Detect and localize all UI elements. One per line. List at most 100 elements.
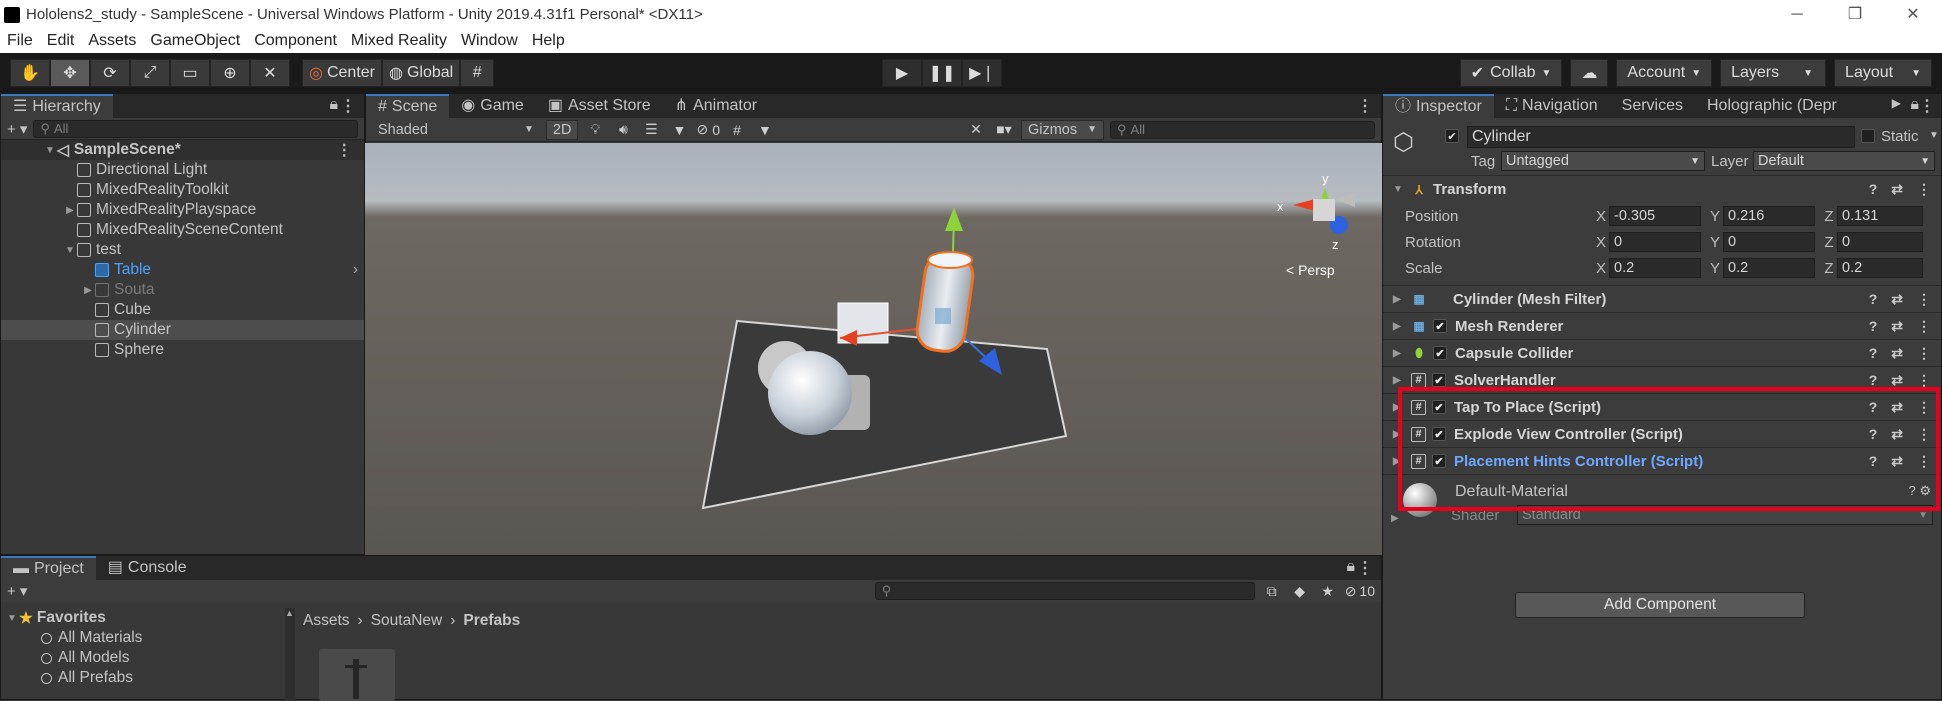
position-z-field[interactable]: 0.131 [1837, 206, 1923, 226]
component-mesh-filter[interactable]: ▶ ▦ Cylinder (Mesh Filter) ? ⇄ ⋮ [1383, 285, 1941, 312]
scale-y-field[interactable]: 0.2 [1723, 258, 1815, 278]
tab-console[interactable]: ▤ Console [96, 556, 199, 580]
expand-arrow-icon[interactable]: ▶ [81, 285, 95, 296]
hierarchy-item[interactable]: ▶ Souta [1, 280, 364, 300]
enabled-checkbox[interactable]: ✔ [1432, 373, 1446, 387]
expand-arrow-icon[interactable]: ▼ [43, 145, 57, 156]
move-tool-icon[interactable]: ✥ [50, 59, 90, 87]
collapse-arrow-icon[interactable]: ▼ [1393, 184, 1407, 195]
hidden-objects-toggle[interactable]: ⊘ 0 [696, 120, 720, 140]
camera-icon[interactable]: ■▾ [993, 120, 1015, 140]
pivot-rotation-button[interactable]: ◍ Global [382, 59, 461, 87]
tag-dropdown[interactable]: Untagged ▼ [1501, 151, 1705, 171]
panel-menu-icon[interactable]: ⋮ [1357, 96, 1373, 116]
material-section[interactable]: Default-Material ? ⚙ Shader Standard ▼ ▶ [1383, 474, 1941, 534]
hand-tool-icon[interactable]: ✋ [10, 59, 50, 87]
gizmos-dropdown[interactable]: Gizmos ▼ [1020, 119, 1104, 140]
favorite-star-icon[interactable]: ★ [1317, 581, 1339, 601]
menu-mixed-reality[interactable]: Mixed Reality [344, 32, 454, 50]
scene-menu-icon[interactable]: ⋮ [337, 141, 353, 160]
favorites-row[interactable]: ▼ ★ Favorites [1, 608, 281, 628]
grid-toggle-icon[interactable]: # [726, 120, 748, 140]
tab-services[interactable]: Services [1610, 94, 1695, 118]
breadcrumb-item[interactable]: SoutaNew [371, 612, 443, 630]
position-x-field[interactable]: -0.305 [1609, 206, 1701, 226]
static-checkbox[interactable] [1861, 129, 1875, 143]
scale-x-field[interactable]: 0.2 [1609, 258, 1701, 278]
expand-arrow-icon[interactable]: ▶ [1393, 321, 1407, 332]
favorite-item[interactable]: All Models [1, 648, 281, 668]
preset-icon[interactable]: ⇄ [1891, 291, 1903, 308]
hierarchy-item[interactable]: MixedRealityToolkit [1, 180, 364, 200]
hierarchy-search-input[interactable]: ⚲ All [33, 119, 358, 138]
enabled-checkbox[interactable]: ✔ [1433, 319, 1447, 333]
expand-arrow-icon[interactable]: ▶ [1393, 375, 1407, 386]
help-icon[interactable]: ? [1869, 318, 1878, 335]
layers-button[interactable]: Layers ▼ [1720, 59, 1827, 87]
transform-header[interactable]: ▼ ⅄ Transform ? ⇄ ⋮ [1383, 176, 1941, 203]
orientation-neg-x-cone[interactable] [1335, 193, 1355, 207]
filter-by-type-icon[interactable]: ⧉ [1261, 581, 1283, 601]
help-icon[interactable]: ? [1869, 453, 1878, 470]
lock-icon[interactable]: 🔒︎ [1346, 558, 1355, 576]
help-icon[interactable]: ? [1869, 399, 1878, 416]
hierarchy-item[interactable]: Sphere [1, 340, 364, 360]
tools-icon[interactable]: ✕ [965, 120, 987, 140]
scene-viewport[interactable]: y x z < Persp [365, 143, 1382, 555]
menu-assets[interactable]: Assets [81, 32, 143, 50]
scene-search-input[interactable]: ⚲ All [1110, 120, 1375, 139]
menu-edit[interactable]: Edit [40, 32, 82, 50]
menu-window[interactable]: Window [454, 32, 525, 50]
menu-file[interactable]: File [0, 32, 40, 50]
position-y-field[interactable]: 0.216 [1723, 206, 1815, 226]
expand-arrow-icon[interactable]: ▶ [1391, 513, 1399, 524]
rect-tool-icon[interactable]: ▭ [170, 59, 210, 87]
preset-icon[interactable]: ⇄ [1891, 345, 1903, 362]
scene-render[interactable]: y x z < Persp [365, 143, 1382, 555]
enabled-checkbox[interactable]: ✔ [1432, 427, 1446, 441]
help-icon[interactable]: ? [1869, 372, 1878, 389]
tab-hierarchy[interactable]: ☰ Hierarchy [1, 94, 113, 118]
create-button[interactable]: + ▾ [7, 582, 27, 600]
component-explode-view-controller[interactable]: ▶ # ✔ Explode View Controller (Script) ?… [1383, 420, 1941, 447]
hierarchy-item[interactable]: ▶ MixedRealityPlayspace [1, 200, 364, 220]
breadcrumb-item[interactable]: Assets [303, 612, 350, 630]
component-menu-icon[interactable]: ⋮ [1917, 426, 1931, 443]
favorite-item[interactable]: All Materials [1, 628, 281, 648]
persp-label[interactable]: < Persp [1286, 262, 1335, 278]
tabs-overflow-icon[interactable]: ▶ [1892, 96, 1901, 110]
chevron-right-icon[interactable]: › [353, 261, 358, 279]
menu-help[interactable]: Help [525, 32, 572, 50]
favorite-item[interactable]: All Prefabs [1, 668, 281, 688]
scroll-up-icon[interactable]: ▲ [285, 608, 294, 618]
filter-by-label-icon[interactable]: ◆ [1289, 581, 1311, 601]
hierarchy-item[interactable]: MixedRealitySceneContent [1, 220, 364, 240]
preset-icon[interactable]: ⇄ [1891, 399, 1903, 416]
component-solver-handler[interactable]: ▶ # ✔ SolverHandler ? ⇄ ⋮ [1383, 366, 1941, 393]
hierarchy-item[interactable]: Directional Light [1, 160, 364, 180]
breadcrumb-item[interactable]: Prefabs [463, 612, 520, 630]
scene-row[interactable]: ▼ ◁ SampleScene* ⋮ [1, 140, 364, 160]
grid-snap-button[interactable]: # [460, 59, 495, 87]
component-menu-icon[interactable]: ⋮ [1917, 453, 1931, 470]
expand-arrow-icon[interactable]: ▶ [63, 205, 77, 216]
transform-tool-icon[interactable]: ⊕ [210, 59, 250, 87]
tab-game[interactable]: ◉ Game [449, 94, 536, 118]
preset-icon[interactable]: ⇄ [1891, 426, 1903, 443]
orientation-x-cone[interactable] [1293, 199, 1315, 211]
menu-component[interactable]: Component [247, 32, 344, 50]
panel-menu-icon[interactable]: ⋮ [340, 96, 356, 116]
custom-tool-icon[interactable]: ✕ [250, 59, 290, 87]
component-menu-icon[interactable]: ⋮ [1917, 372, 1931, 389]
collab-button[interactable]: ✔ Collab ▼ [1459, 59, 1563, 87]
audio-toggle-icon[interactable]: 🔊︎ [612, 120, 634, 140]
project-splitter[interactable]: ▲ [285, 608, 295, 700]
panel-menu-icon[interactable]: ⋮ [1357, 558, 1373, 578]
lock-icon[interactable]: 🔒︎ [329, 96, 338, 114]
menu-gameobject[interactable]: GameObject [143, 32, 247, 50]
component-menu-icon[interactable]: ⋮ [1917, 318, 1931, 335]
chevron-down-icon[interactable]: ▼ [754, 120, 776, 140]
add-component-button[interactable]: Add Component [1515, 592, 1805, 618]
enabled-checkbox[interactable]: ✔ [1432, 400, 1446, 414]
tab-scene[interactable]: # Scene [366, 94, 450, 118]
